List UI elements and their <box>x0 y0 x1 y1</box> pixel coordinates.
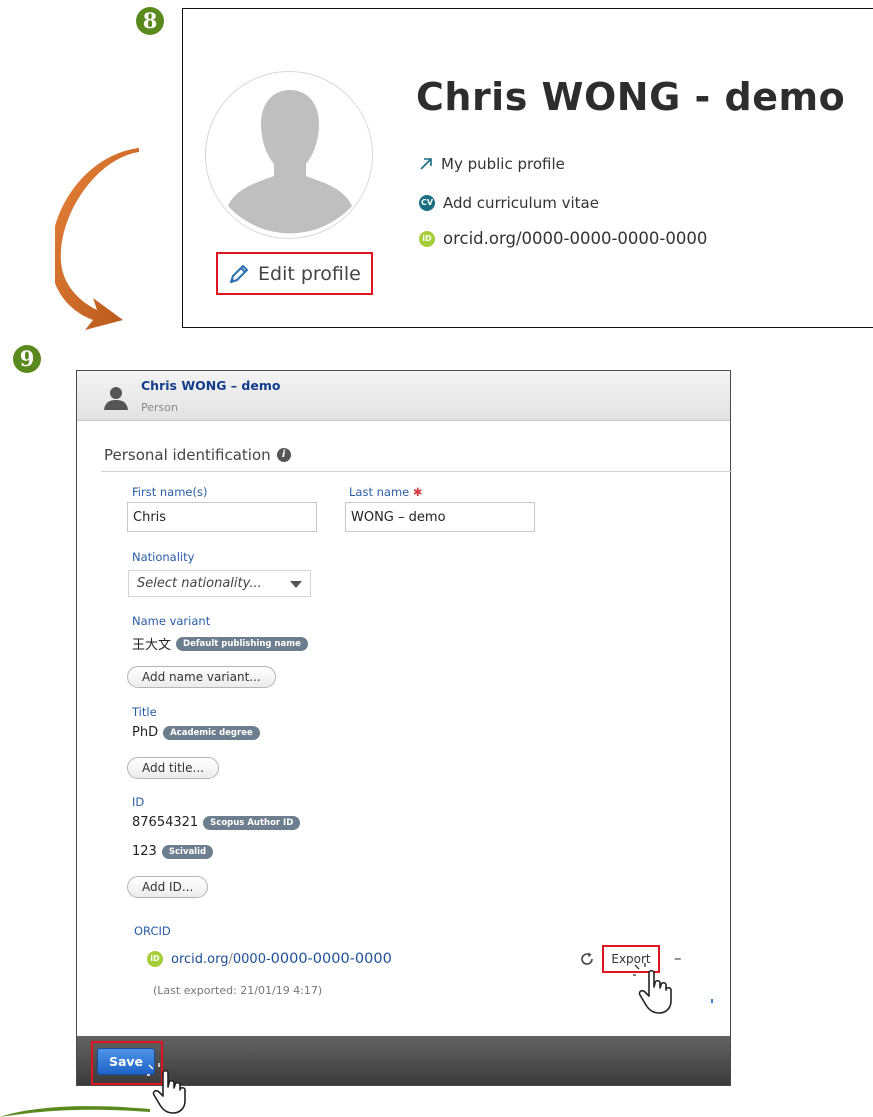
id-row: 123 Scivalid <box>132 844 214 859</box>
id-type-badge: Scopus Author ID <box>203 815 301 830</box>
last-name-label: Last name ✱ <box>349 485 423 499</box>
public-profile-label: My public profile <box>441 155 565 173</box>
orcid-icon: iD <box>419 230 435 247</box>
profile-card: Edit profile Chris WONG - demo My public… <box>182 8 873 328</box>
last-name-label-text: Last name <box>349 485 410 499</box>
info-icon[interactable]: i <box>276 448 291 462</box>
id-type-badge: Scivalid <box>161 844 214 859</box>
editor-title: Chris WONG – demo <box>141 378 281 393</box>
orcid-id-rest: 0000-0000-0000 <box>270 951 392 967</box>
name-variant-label: Name variant <box>132 614 211 628</box>
title-row: PhD Academic degree <box>132 725 260 740</box>
editor-header: Chris WONG – demo Person <box>77 371 730 421</box>
first-name-input[interactable] <box>127 502 317 532</box>
name-variant-badge: Default publishing name <box>176 636 308 651</box>
section-divider <box>101 471 732 472</box>
nationality-label: Nationality <box>132 550 195 564</box>
step-9-badge: 9 <box>13 345 41 373</box>
external-arrow-icon <box>420 158 432 170</box>
name-variant-row: 王大文 Default publishing name <box>132 634 308 653</box>
decorative-swoosh <box>0 1106 150 1117</box>
scroll-marker <box>711 999 713 1003</box>
id-label: ID <box>132 795 145 809</box>
orcid-value-row[interactable]: iD orcid.org/0000-0000-0000-0000 <box>147 951 392 967</box>
add-name-variant-button[interactable]: Add name variant... <box>127 666 276 688</box>
avatar-silhouette-icon <box>206 72 372 238</box>
last-exported-text: (Last exported: 21/01/19 4:17) <box>153 984 323 997</box>
add-id-button[interactable]: Add ID... <box>127 876 209 898</box>
orcid-prefix: orcid.org <box>171 952 229 967</box>
orcid-label: ORCID <box>134 924 171 938</box>
profile-name: Chris WONG - demo <box>416 75 846 119</box>
edit-profile-label: Edit profile <box>258 262 361 285</box>
title-label: Title <box>132 705 157 719</box>
add-cv-label: Add curriculum vitae <box>443 194 599 212</box>
hand-cursor-icon <box>633 963 672 1014</box>
editor-subtitle: Person <box>141 401 178 414</box>
avatar <box>205 71 373 239</box>
id-value: 87654321 <box>132 815 199 830</box>
id-row: 87654321 Scopus Author ID <box>132 815 301 830</box>
hand-cursor-icon <box>147 1063 186 1114</box>
curved-arrow-icon <box>55 148 139 330</box>
required-asterisk: ✱ <box>412 485 423 499</box>
id-value: 123 <box>132 844 157 859</box>
title-value: PhD <box>132 725 159 740</box>
orcid-icon: iD <box>147 951 163 967</box>
last-name-input[interactable] <box>345 502 535 532</box>
add-title-button[interactable]: Add title... <box>127 757 219 779</box>
orcid-id-first: 0000- <box>232 952 271 967</box>
nationality-select[interactable]: Select nationality... <box>128 570 311 597</box>
edit-profile-button[interactable]: Edit profile <box>216 252 373 295</box>
orcid-link-label: orcid.org/0000-0000-0000-0000 <box>443 229 708 248</box>
orcid-value: orcid.org/0000-0000-0000-0000 <box>171 951 392 967</box>
refresh-icon[interactable] <box>579 951 595 967</box>
nationality-placeholder: Select nationality... <box>137 576 262 591</box>
step-8-badge: 8 <box>136 7 164 35</box>
pencil-icon <box>230 264 248 283</box>
orcid-link[interactable]: iD orcid.org/0000-0000-0000-0000 <box>419 229 707 248</box>
cv-icon: CV <box>419 195 435 211</box>
add-cv-link[interactable]: CV Add curriculum vitae <box>419 194 599 212</box>
title-badge: Academic degree <box>163 725 260 740</box>
section-title-label: Personal identification <box>104 446 271 464</box>
chevron-down-icon <box>290 581 302 588</box>
section-title: Personal identification i <box>104 446 291 464</box>
public-profile-link[interactable]: My public profile <box>419 155 565 173</box>
person-icon <box>104 387 128 410</box>
first-name-label: First name(s) <box>132 485 208 499</box>
name-variant-value: 王大文 <box>132 638 172 653</box>
